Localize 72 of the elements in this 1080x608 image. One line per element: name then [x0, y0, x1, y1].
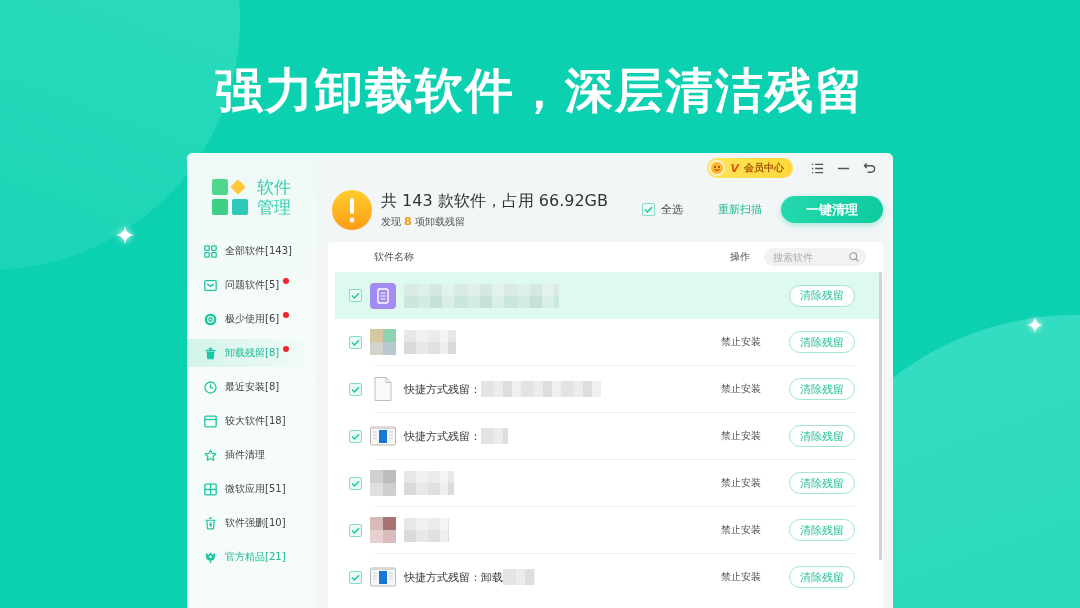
item-name: 快捷方式残留：卸载	[404, 569, 503, 585]
status-text: 禁止安装	[721, 336, 761, 347]
sidebar-item[interactable]: 软件强删[10]	[187, 509, 316, 537]
checkbox[interactable]	[642, 203, 655, 216]
column-header: 软件名称	[374, 250, 414, 264]
sparkle-icon	[116, 226, 134, 244]
table-row[interactable]: 快捷方式残留： 禁止安装 清除残留	[335, 366, 879, 412]
blurred-text	[404, 518, 449, 542]
found-label: 项卸载残留	[414, 214, 465, 229]
back-arrow-icon[interactable]	[863, 161, 876, 175]
clock-icon	[204, 380, 217, 394]
sidebar-item[interactable]: 最近安装[8]	[187, 373, 316, 401]
status-text: 禁止安装	[721, 524, 761, 535]
smiley-icon	[709, 160, 726, 176]
status-text: 禁止安装	[721, 430, 761, 441]
blurred-icon	[370, 470, 396, 496]
logo-text: 软件管理	[257, 177, 291, 217]
tulip-icon	[204, 550, 217, 564]
status-text: 禁止安装	[721, 477, 761, 488]
status-text: 禁止安装	[721, 383, 761, 394]
blurred-text	[404, 471, 454, 495]
column-header: 操作	[730, 250, 750, 264]
window-icon	[370, 564, 396, 590]
summary-headline: 共 143 款软件，占用 66.92GB	[381, 190, 608, 212]
grid-icon	[204, 244, 217, 258]
search-icon	[849, 252, 859, 262]
trash-icon	[204, 516, 217, 530]
checkbox[interactable]	[349, 382, 362, 396]
sidebar-item[interactable]: 较大软件[18]	[187, 407, 316, 435]
four-panes-icon	[204, 482, 217, 496]
checkbox[interactable]	[349, 335, 362, 349]
search-field[interactable]: 搜索软件	[764, 248, 866, 266]
target-icon	[204, 312, 217, 326]
blurred-icon	[370, 329, 396, 355]
menu-icon[interactable]	[811, 161, 824, 175]
table-row[interactable]: 禁止安装 清除残留	[335, 319, 879, 365]
scrollbar[interactable]	[879, 272, 882, 560]
trash-icon	[204, 346, 217, 360]
checkbox[interactable]	[349, 476, 362, 490]
sidebar-item[interactable]: 全部软件[143]	[187, 237, 316, 265]
blurred-text	[404, 330, 456, 354]
item-name: 快捷方式残留：	[404, 381, 481, 397]
envelope-icon	[204, 278, 217, 292]
vip-button[interactable]: V 会员中心	[707, 158, 793, 178]
table-row[interactable]: 禁止安装 清除残留	[335, 460, 879, 506]
found-label: 发现	[381, 214, 401, 229]
checkbox[interactable]	[349, 570, 362, 584]
sidebar-item[interactable]: 极少使用[6]	[187, 305, 316, 333]
sidebar-item[interactable]: 问题软件[5]	[187, 271, 316, 299]
blurred-text	[481, 428, 508, 444]
checkbox[interactable]	[349, 523, 362, 537]
star-icon	[204, 448, 217, 462]
blurred-text	[503, 569, 535, 585]
checkbox[interactable]	[349, 429, 362, 443]
table-row[interactable]: 禁止安装 清除残留	[335, 507, 879, 553]
window-icon	[370, 423, 396, 449]
blurred-icon	[370, 517, 396, 543]
window-icon	[204, 414, 217, 428]
status-text: 禁止安装	[721, 571, 761, 582]
sparkle-icon	[1027, 317, 1043, 333]
table-row[interactable]: 快捷方式残留： 禁止安装 清除残留	[335, 413, 879, 459]
table-row[interactable]: 快捷方式残留：卸载 禁止安装 清除残留	[335, 554, 879, 600]
select-all-label[interactable]: 全选	[661, 202, 683, 217]
warning-icon	[332, 189, 372, 230]
checkbox[interactable]	[349, 289, 362, 302]
document-icon	[370, 282, 396, 309]
found-count: 8	[404, 214, 412, 228]
logo-icon	[212, 179, 248, 215]
banner-title: 强力卸载软件，深层清洁残留	[215, 65, 865, 115]
sidebar-item[interactable]: 微软应用[51]	[187, 475, 316, 503]
sidebar-item[interactable]: 插件清理	[187, 441, 316, 469]
item-name: 快捷方式残留：	[404, 428, 481, 444]
